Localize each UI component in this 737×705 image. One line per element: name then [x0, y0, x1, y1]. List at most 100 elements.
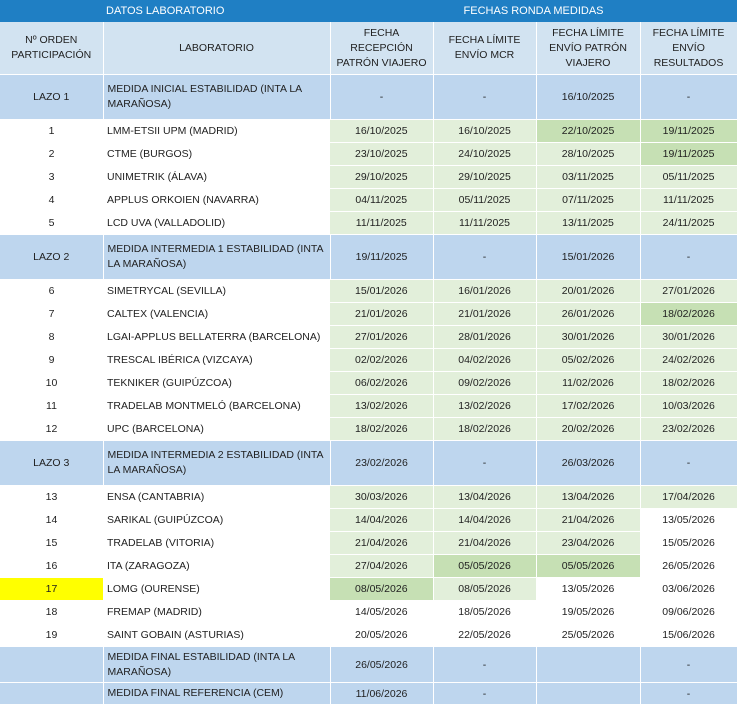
row-lab: LMM-ETSII UPM (MADRID): [103, 119, 331, 143]
row-number: 5: [0, 211, 103, 235]
row-resultados: 17/04/2026: [640, 485, 737, 509]
table-row: 12 UPC (BARCELONA) 18/02/2026 18/02/2026…: [0, 417, 737, 441]
row-number: 15: [0, 531, 103, 555]
final-medida: MEDIDA FINAL REFERENCIA (CEM): [103, 682, 331, 705]
col-envio-patron: FECHA LÍMITE ENVÍO PATRÓN VIAJERO: [536, 22, 641, 75]
row-lab: CTME (BURGOS): [103, 142, 331, 166]
col-orden: Nº ORDEN PARTICIPACIÓN: [0, 22, 104, 75]
table-row: 17 LOMG (OURENSE) 08/05/2026 08/05/2026 …: [0, 577, 737, 601]
row-number: 19: [0, 623, 103, 647]
final-resultados: -: [640, 682, 737, 705]
row-lab: SIMETRYCAL (SEVILLA): [103, 279, 331, 303]
row-envio: 22/10/2025: [536, 119, 641, 143]
row-number: 11: [0, 394, 103, 418]
row-recepcion: 06/02/2026: [330, 371, 434, 395]
row-mcr: 05/11/2025: [433, 188, 537, 212]
final-recepcion: 26/05/2026: [330, 646, 434, 683]
row-recepcion: 02/02/2026: [330, 348, 434, 372]
col-recepcion: FECHA RECEPCIÓN PATRÓN VIAJERO: [330, 22, 434, 75]
row-lab: SAINT GOBAIN (ASTURIAS): [103, 623, 331, 647]
row-number: 16: [0, 554, 103, 578]
table-row: 10 TEKNIKER (GUIPÚZCOA) 06/02/2026 09/02…: [0, 371, 737, 395]
row-recepcion: 23/10/2025: [330, 142, 434, 166]
row-number: 4: [0, 188, 103, 212]
row-envio: 13/05/2026: [536, 577, 641, 601]
final-empty: [0, 682, 104, 705]
table-row: 4 APPLUS ORKOIEN (NAVARRA) 04/11/2025 05…: [0, 188, 737, 212]
row-resultados: 18/02/2026: [640, 302, 737, 326]
col-resultados: FECHA LÍMITE ENVÍO RESULTADOS: [640, 22, 737, 75]
table-row: 19 SAINT GOBAIN (ASTURIAS) 20/05/2026 22…: [0, 623, 737, 647]
row-recepcion: 20/05/2026: [330, 623, 434, 647]
final-resultados: -: [640, 646, 737, 683]
row-envio: 20/02/2026: [536, 417, 641, 441]
row-recepcion: 21/04/2026: [330, 531, 434, 555]
table-row: 18 FREMAP (MADRID) 14/05/2026 18/05/2026…: [0, 600, 737, 624]
lazo-recepcion: -: [330, 74, 434, 120]
row-resultados: 23/02/2026: [640, 417, 737, 441]
row-resultados: 19/11/2025: [640, 119, 737, 143]
row-recepcion: 27/04/2026: [330, 554, 434, 578]
row-envio: 05/05/2026: [536, 554, 641, 578]
lazo-medida: MEDIDA INICIAL ESTABILIDAD (INTA LA MARA…: [103, 74, 331, 120]
row-mcr: 11/11/2025: [433, 211, 537, 235]
row-recepcion: 30/03/2026: [330, 485, 434, 509]
row-recepcion: 14/05/2026: [330, 600, 434, 624]
row-resultados: 27/01/2026: [640, 279, 737, 303]
row-recepcion: 21/01/2026: [330, 302, 434, 326]
row-mcr: 13/02/2026: [433, 394, 537, 418]
row-mcr: 08/05/2026: [433, 577, 537, 601]
row-recepcion: 15/01/2026: [330, 279, 434, 303]
final-medida: MEDIDA FINAL ESTABILIDAD (INTA LA MARAÑO…: [103, 646, 331, 683]
fechas-ronda-header: FECHAS RONDA MEDIDAS: [330, 0, 737, 22]
row-number: 12: [0, 417, 103, 441]
row-envio: 30/01/2026: [536, 325, 641, 349]
final-mcr: -: [433, 646, 537, 683]
row-mcr: 13/04/2026: [433, 485, 537, 509]
row-lab: TEKNIKER (GUIPÚZCOA): [103, 371, 331, 395]
row-recepcion: 29/10/2025: [330, 165, 434, 189]
lazo-resultados: -: [640, 234, 737, 280]
final-row: MEDIDA FINAL REFERENCIA (CEM) 11/06/2026…: [0, 682, 737, 705]
row-resultados: 05/11/2025: [640, 165, 737, 189]
table-row: 2 CTME (BURGOS) 23/10/2025 24/10/2025 28…: [0, 142, 737, 166]
row-mcr: 18/02/2026: [433, 417, 537, 441]
lazo-label: LAZO 1: [0, 74, 104, 120]
row-number: 8: [0, 325, 103, 349]
row-lab: UNIMETRIK (ÁLAVA): [103, 165, 331, 189]
row-recepcion: 14/04/2026: [330, 508, 434, 532]
row-envio: 21/04/2026: [536, 508, 641, 532]
row-lab: TRESCAL IBÉRICA (VIZCAYA): [103, 348, 331, 372]
row-mcr: 21/01/2026: [433, 302, 537, 326]
row-resultados: 24/02/2026: [640, 348, 737, 372]
schedule-table: DATOS LABORATORIO FECHAS RONDA MEDIDAS N…: [0, 0, 737, 705]
row-mcr: 29/10/2025: [433, 165, 537, 189]
lazo-envio: 15/01/2026: [536, 234, 641, 280]
row-resultados: 15/05/2026: [640, 531, 737, 555]
final-row: MEDIDA FINAL ESTABILIDAD (INTA LA MARAÑO…: [0, 646, 737, 683]
table-row: 6 SIMETRYCAL (SEVILLA) 15/01/2026 16/01/…: [0, 279, 737, 303]
lazo-label: LAZO 3: [0, 440, 104, 486]
row-mcr: 14/04/2026: [433, 508, 537, 532]
row-resultados: 30/01/2026: [640, 325, 737, 349]
table-row: 5 LCD UVA (VALLADOLID) 11/11/2025 11/11/…: [0, 211, 737, 235]
row-envio: 13/11/2025: [536, 211, 641, 235]
table-row: 1 LMM-ETSII UPM (MADRID) 16/10/2025 16/1…: [0, 119, 737, 143]
row-lab: LGAI-APPLUS BELLATERRA (BARCELONA): [103, 325, 331, 349]
final-empty: [0, 646, 104, 683]
row-lab: SARIKAL (GUIPÚZCOA): [103, 508, 331, 532]
row-recepcion: 27/01/2026: [330, 325, 434, 349]
row-number: 10: [0, 371, 103, 395]
row-resultados: 13/05/2026: [640, 508, 737, 532]
row-lab: TRADELAB (VITORIA): [103, 531, 331, 555]
row-mcr: 21/04/2026: [433, 531, 537, 555]
row-resultados: 15/06/2026: [640, 623, 737, 647]
row-number: 14: [0, 508, 103, 532]
table-row: 3 UNIMETRIK (ÁLAVA) 29/10/2025 29/10/202…: [0, 165, 737, 189]
row-mcr: 24/10/2025: [433, 142, 537, 166]
row-mcr: 16/01/2026: [433, 279, 537, 303]
col-laboratorio: LABORATORIO: [103, 22, 331, 75]
row-mcr: 09/02/2026: [433, 371, 537, 395]
table-row: 15 TRADELAB (VITORIA) 21/04/2026 21/04/2…: [0, 531, 737, 555]
row-envio: 25/05/2026: [536, 623, 641, 647]
